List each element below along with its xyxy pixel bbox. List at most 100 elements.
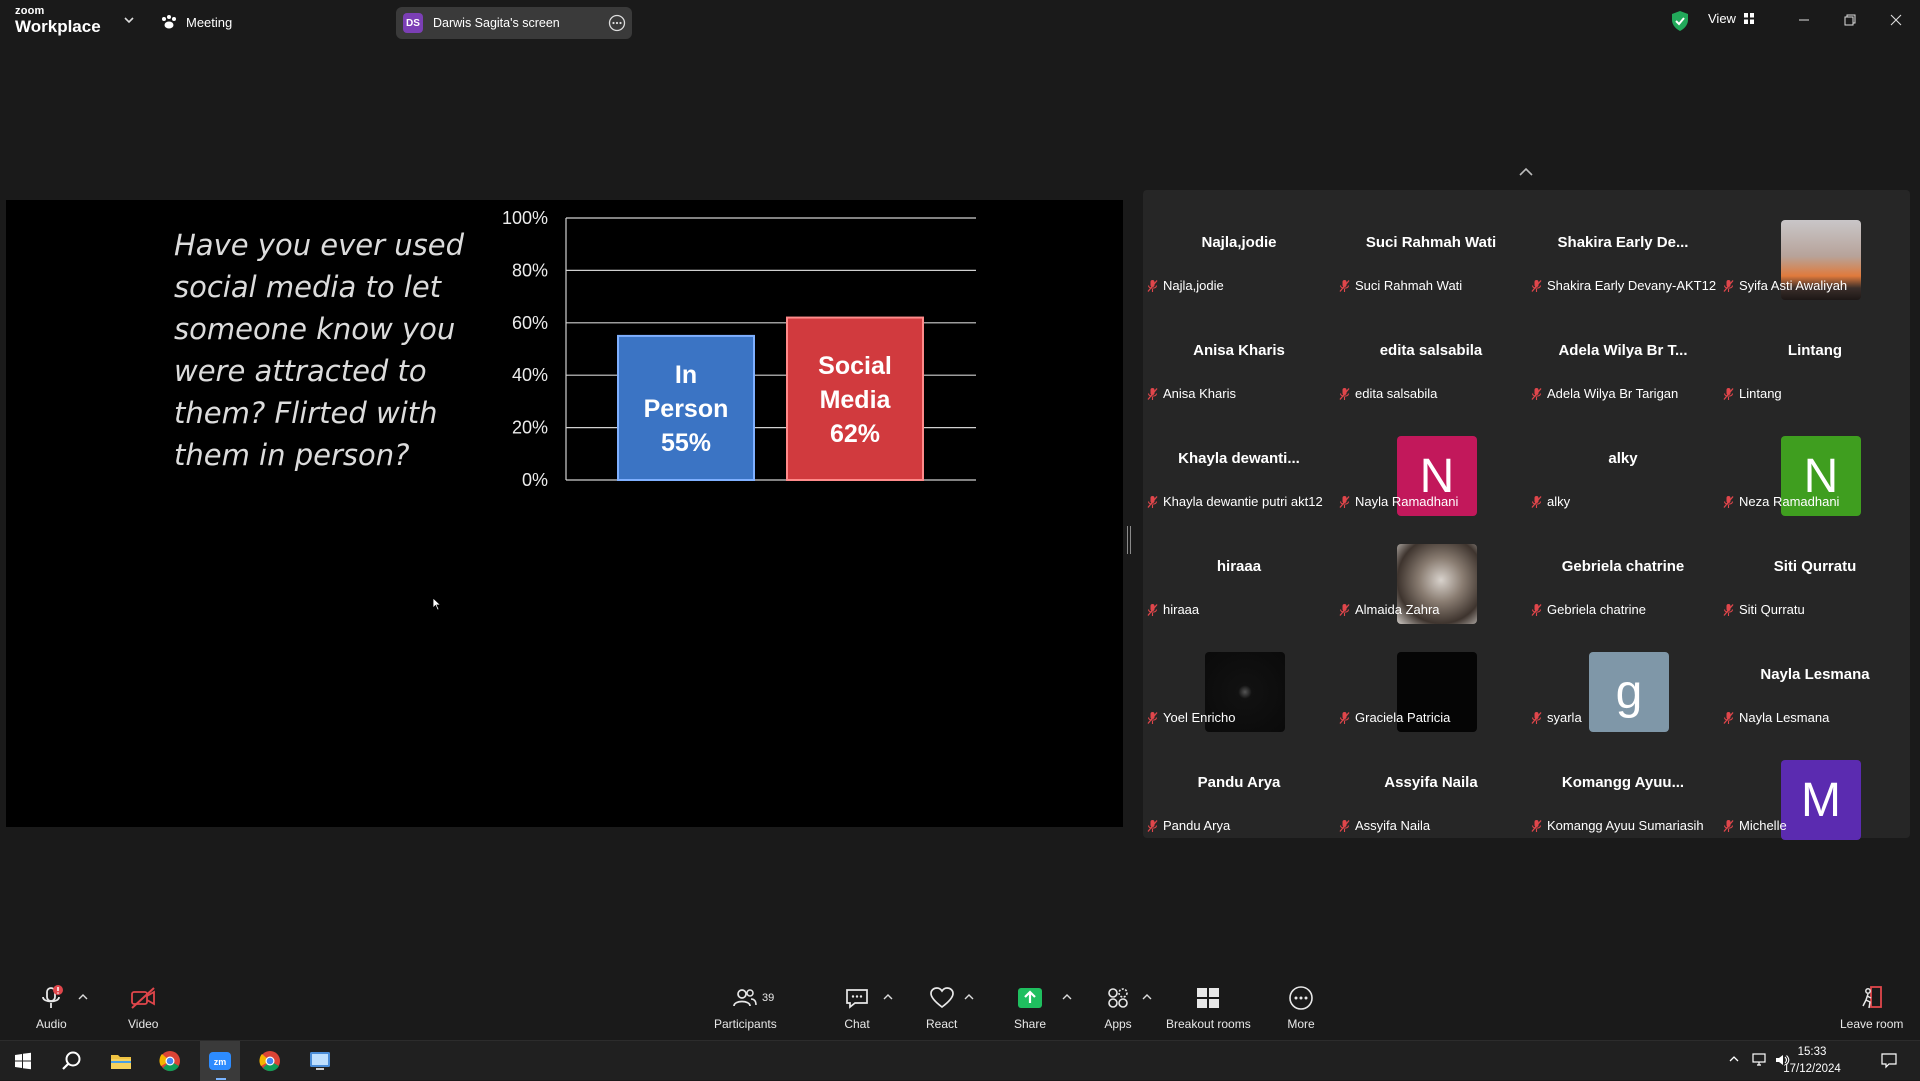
breakout-rooms-button[interactable]: Breakout rooms	[1166, 985, 1251, 1031]
breakout-rooms-icon	[1197, 988, 1220, 1008]
participant-display-name: alky	[1608, 450, 1638, 467]
participant-name-label: Yoel Enricho	[1147, 710, 1236, 725]
react-label: React	[926, 1017, 958, 1031]
participant-tile[interactable]: edita salsabila edita salsabila	[1335, 298, 1527, 406]
participant-name: Najla,jodie	[1163, 278, 1224, 293]
participant-tile[interactable]: Graciela Patricia	[1335, 622, 1527, 732]
apps-label: Apps	[1104, 1017, 1132, 1031]
participant-tile[interactable]: Gebriela chatrine Gebriela chatrine	[1527, 514, 1719, 622]
participant-name: Anisa Kharis	[1163, 386, 1236, 401]
video-off-icon	[131, 987, 156, 1009]
view-button[interactable]: View	[1708, 11, 1754, 26]
logo-line1: zoom	[15, 5, 45, 17]
participant-tile[interactable]: Komangg Ayuu... Komangg Ayuu Sumariasih	[1527, 730, 1719, 838]
participant-tile[interactable]: N Neza Ramadhani	[1719, 406, 1911, 516]
video-button[interactable]: Video	[128, 985, 158, 1031]
restore-button[interactable]	[1836, 8, 1864, 32]
participant-tile[interactable]: alky alky	[1527, 406, 1719, 514]
participant-display-name: Gebriela chatrine	[1561, 558, 1685, 575]
participant-name: Yoel Enricho	[1163, 710, 1236, 725]
participant-tile[interactable]: Anisa Kharis Anisa Kharis	[1143, 298, 1335, 406]
mic-muted-icon	[1723, 603, 1734, 616]
slide-question: Have you ever used social media to let s…	[174, 228, 465, 472]
chevron-down-icon[interactable]	[122, 13, 136, 27]
participant-tile[interactable]: Suci Rahmah Wati Suci Rahmah Wati	[1335, 190, 1527, 298]
audio-options-caret-icon[interactable]	[78, 993, 88, 1001]
participant-tile[interactable]: Almaida Zahra	[1335, 514, 1527, 624]
participant-tile[interactable]: hiraaa hiraaa	[1143, 514, 1335, 622]
participant-tile[interactable]: Adela Wilya Br T... Adela Wilya Br Tariga…	[1527, 298, 1719, 406]
share-button[interactable]: Share	[1014, 985, 1046, 1031]
participant-tile[interactable]: Syifa Asti Awaliyah	[1719, 190, 1911, 300]
apps-options-caret-icon[interactable]	[1142, 993, 1152, 1001]
participant-name: Siti Qurratu	[1739, 602, 1805, 617]
leave-room-button[interactable]: Leave room	[1840, 985, 1903, 1031]
file-explorer-icon[interactable]	[106, 1046, 136, 1076]
react-button[interactable]: React	[926, 985, 957, 1031]
participant-name: Suci Rahmah Wati	[1355, 278, 1463, 293]
shared-screen[interactable]: Have you ever used social media to let s…	[6, 200, 1123, 827]
close-button[interactable]	[1882, 8, 1910, 32]
participant-name-label: Assyifa Naila	[1339, 818, 1430, 833]
notifications-icon[interactable]	[1880, 1051, 1898, 1069]
mic-muted-icon	[1339, 279, 1350, 292]
bar-data-label: 55%	[661, 429, 711, 457]
ellipsis-icon[interactable]	[608, 14, 626, 32]
participant-tile[interactable]: Yoel Enricho	[1143, 622, 1335, 732]
participant-tile[interactable]: M Michelle	[1719, 730, 1911, 840]
mic-muted-icon	[1147, 711, 1158, 724]
participant-name-label: Gebriela chatrine	[1531, 602, 1646, 617]
participant-name-label: Nayla Ramadhani	[1339, 494, 1458, 509]
more-button[interactable]: More	[1287, 985, 1315, 1031]
screen-share-indicator[interactable]: DS Darwis Sagita's screen	[396, 7, 632, 39]
participant-name: Almaida Zahra	[1355, 602, 1440, 617]
participant-tile[interactable]: g syarla	[1527, 622, 1719, 732]
participant-tile[interactable]: Siti Qurratu Siti Qurratu	[1719, 514, 1911, 622]
participant-name: Gebriela chatrine	[1547, 602, 1646, 617]
participant-tile[interactable]: Najla,jodie Najla,jodie	[1143, 190, 1335, 298]
participants-count: 39	[762, 992, 775, 1004]
participant-name-label: Pandu Arya	[1147, 818, 1230, 833]
mic-muted-icon	[1147, 387, 1158, 400]
chrome-icon[interactable]	[155, 1046, 185, 1076]
chat-options-caret-icon[interactable]	[883, 993, 893, 1001]
participant-display-name: Komangg Ayuu...	[1561, 774, 1685, 791]
audio-button[interactable]: Audio	[36, 985, 67, 1031]
network-icon[interactable]	[1752, 1053, 1768, 1067]
participant-display-name: Khayla dewanti...	[1178, 450, 1300, 467]
search-icon[interactable]	[57, 1046, 87, 1076]
chrome-icon[interactable]	[255, 1046, 285, 1076]
tray-expand-icon[interactable]	[1728, 1053, 1740, 1065]
mouse-cursor-icon	[432, 597, 442, 611]
system-clock[interactable]: 15:33 17/12/2024	[1782, 1044, 1842, 1078]
zoom-logo[interactable]: zoom Workplace	[15, 5, 101, 36]
chevron-up-icon[interactable]	[1516, 164, 1536, 180]
view-label: View	[1708, 11, 1736, 26]
participant-name-label: Neza Ramadhani	[1723, 494, 1839, 509]
participant-tile[interactable]: N Nayla Ramadhani	[1335, 406, 1527, 516]
participant-tile[interactable]: Shakira Early De... Shakira Early Devany-…	[1527, 190, 1719, 298]
participant-tile[interactable]: Khayla dewanti... Khayla dewantie putri a…	[1143, 406, 1335, 514]
remote-desktop-icon[interactable]	[305, 1046, 335, 1076]
clock-time: 15:33	[1797, 1046, 1827, 1058]
meeting-info-button[interactable]: Meeting	[160, 11, 232, 33]
apps-button[interactable]: Apps	[1104, 985, 1132, 1031]
mic-muted-icon	[1531, 279, 1542, 292]
participant-display-name: Najla,jodie	[1201, 234, 1277, 251]
y-tick-label: 60%	[512, 313, 548, 333]
participant-tile[interactable]: Assyifa Naila Assyifa Naila	[1335, 730, 1527, 838]
participant-tile[interactable]: Pandu Arya Pandu Arya	[1143, 730, 1335, 838]
windows-start-icon[interactable]	[8, 1046, 38, 1076]
chat-button[interactable]: Chat	[843, 985, 871, 1031]
minimize-button[interactable]	[1790, 8, 1818, 32]
participant-name: Pandu Arya	[1163, 818, 1231, 833]
react-options-caret-icon[interactable]	[964, 993, 974, 1001]
bar-data-label: 62%	[830, 420, 880, 448]
participant-name-label: Adela Wilya Br Tarigan	[1531, 386, 1678, 401]
share-options-caret-icon[interactable]	[1062, 993, 1072, 1001]
zoom-icon[interactable]: zm	[205, 1046, 235, 1076]
security-shield-icon[interactable]	[1670, 10, 1690, 32]
participant-tile[interactable]: Lintang Lintang	[1719, 298, 1911, 406]
participant-tile[interactable]: Nayla Lesmana Nayla Lesmana	[1719, 622, 1911, 730]
panel-resize-handle[interactable]	[1127, 526, 1131, 554]
